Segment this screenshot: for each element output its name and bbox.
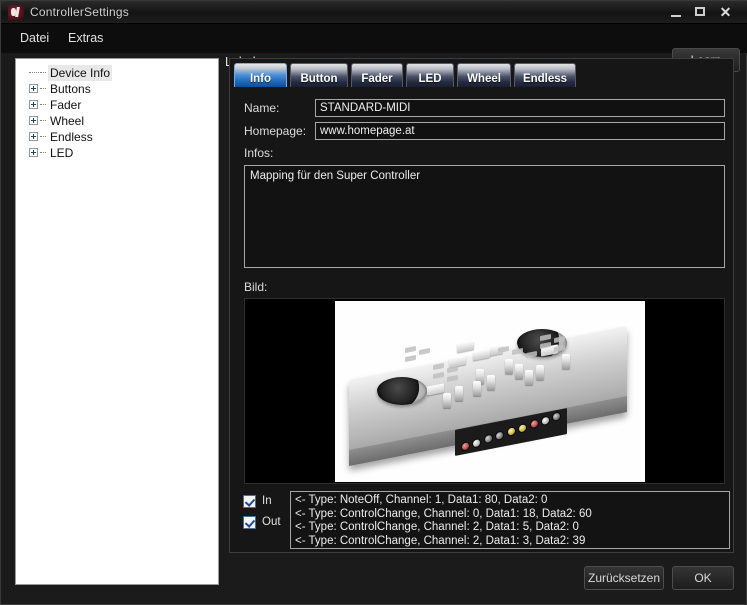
tree-item-label: Endless bbox=[50, 130, 93, 144]
infos-textarea[interactable]: Mapping für den Super Controller bbox=[244, 165, 725, 268]
menu-item-datei[interactable]: Datei bbox=[15, 30, 54, 46]
controller-settings-window: ControllerSettings ✕ Datei Extras Label … bbox=[0, 0, 747, 605]
expand-icon[interactable] bbox=[29, 84, 38, 93]
midi-log[interactable]: <- Type: NoteOff, Channel: 1, Data1: 80,… bbox=[290, 491, 730, 549]
device-image-box bbox=[244, 298, 725, 484]
tree-connector-icon bbox=[40, 88, 46, 90]
reset-button[interactable]: Zurücksetzen bbox=[584, 566, 664, 590]
tree-item-label: Fader bbox=[50, 98, 82, 112]
infos-label: Infos: bbox=[244, 146, 274, 160]
minimize-icon bbox=[670, 15, 681, 17]
tree-item-label: LED bbox=[50, 146, 74, 160]
name-input[interactable]: STANDARD-MIDI bbox=[315, 99, 725, 117]
tab-info[interactable]: Info bbox=[234, 63, 287, 87]
midi-log-line: <- Type: ControlChange, Channel: 2, Data… bbox=[295, 521, 579, 533]
in-checkbox[interactable] bbox=[243, 495, 256, 508]
window-title: ControllerSettings bbox=[30, 5, 129, 19]
tab-wheel[interactable]: Wheel bbox=[457, 63, 511, 87]
maximize-icon bbox=[694, 7, 705, 16]
maximize-button[interactable] bbox=[689, 3, 710, 21]
expand-icon[interactable] bbox=[29, 116, 38, 125]
tree-connector-icon bbox=[40, 136, 46, 138]
out-checkbox[interactable] bbox=[243, 516, 256, 529]
title-bar: ControllerSettings ✕ bbox=[1, 1, 747, 24]
tree-connector-icon bbox=[40, 104, 46, 106]
tree-item-buttons[interactable]: Buttons bbox=[16, 81, 218, 97]
midi-log-line: <- Type: ControlChange, Channel: 2, Data… bbox=[295, 534, 586, 547]
tab-endless[interactable]: Endless bbox=[514, 63, 576, 87]
midi-monitor: In Out <- Type: NoteOff, Channel: 1, Dat… bbox=[233, 491, 730, 549]
device-tree[interactable]: Device Info Buttons Fader Wheel Endless LED bbox=[15, 58, 219, 585]
tree-item-label: Device Info bbox=[48, 65, 113, 81]
tree-item-wheel[interactable]: Wheel bbox=[16, 113, 218, 129]
close-icon: ✕ bbox=[719, 4, 732, 20]
expand-icon[interactable] bbox=[29, 100, 38, 109]
close-button[interactable]: ✕ bbox=[715, 3, 736, 21]
tree-connector-icon bbox=[40, 120, 46, 122]
menu-item-extras[interactable]: Extras bbox=[63, 30, 108, 46]
in-checkbox-label: In bbox=[262, 495, 272, 507]
tree-item-device-info[interactable]: Device Info bbox=[16, 65, 218, 81]
name-label: Name: bbox=[244, 101, 280, 115]
controller-photo bbox=[335, 301, 645, 482]
content-panel: Info Button Fader LED Wheel Endless Name: STA… bbox=[229, 58, 734, 553]
expand-icon[interactable] bbox=[29, 132, 38, 141]
expand-icon[interactable] bbox=[29, 148, 38, 157]
tree-connector-icon bbox=[29, 72, 39, 74]
out-checkbox-label: Out bbox=[262, 516, 281, 528]
app-icon bbox=[8, 5, 24, 20]
midi-log-line: <- Type: ControlChange, Channel: 0, Data… bbox=[295, 507, 592, 520]
tab-button[interactable]: Button bbox=[290, 63, 348, 87]
tab-fader[interactable]: Fader bbox=[351, 63, 403, 87]
tree-item-led[interactable]: LED bbox=[16, 145, 218, 161]
ok-button[interactable]: OK bbox=[672, 566, 734, 590]
tree-connector-icon bbox=[40, 72, 46, 74]
homepage-input[interactable]: www.homepage.at bbox=[315, 122, 725, 140]
tree-item-label: Wheel bbox=[50, 114, 85, 128]
minimize-button[interactable] bbox=[665, 3, 686, 21]
tree-item-fader[interactable]: Fader bbox=[16, 97, 218, 113]
tree-item-label: Buttons bbox=[50, 82, 91, 96]
tab-led[interactable]: LED bbox=[406, 63, 454, 87]
homepage-label: Homepage: bbox=[244, 124, 307, 138]
menu-bar: Datei Extras Label Learn bbox=[1, 24, 747, 72]
bild-label: Bild: bbox=[244, 280, 268, 294]
tree-connector-icon bbox=[40, 152, 46, 154]
tree-item-endless[interactable]: Endless bbox=[16, 129, 218, 145]
midi-log-line: <- Type: NoteOff, Channel: 1, Data1: 80,… bbox=[295, 494, 548, 506]
